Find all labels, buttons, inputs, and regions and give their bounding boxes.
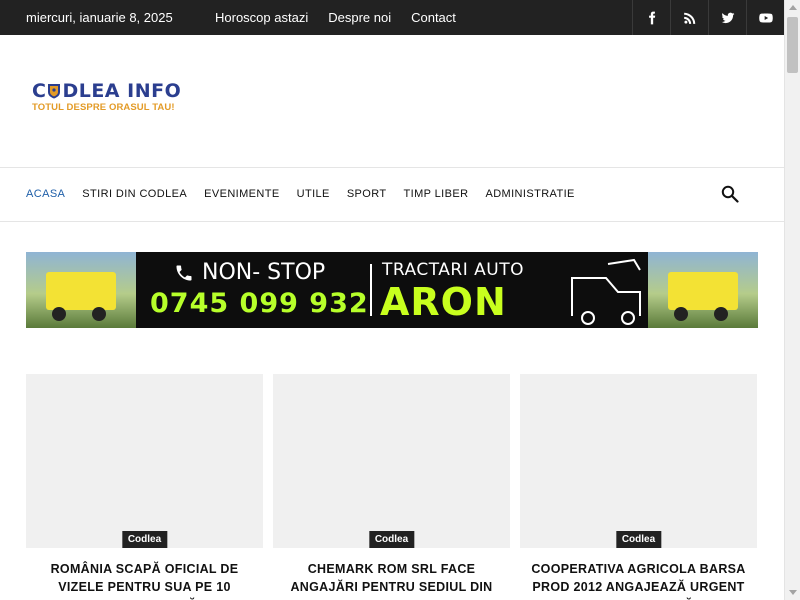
- scrollbar-thumb[interactable]: [787, 17, 798, 73]
- logo-tagline: TOTUL DESPRE ORASUL TAU!: [32, 102, 175, 113]
- rss-icon[interactable]: [670, 0, 708, 35]
- nav-menu: ACASA STIRI DIN CODLEA EVENIMENTE UTILE …: [26, 188, 575, 200]
- social-links: [632, 0, 784, 35]
- nav-item-sport[interactable]: SPORT: [347, 188, 387, 200]
- top-link-contact[interactable]: Contact: [411, 10, 456, 25]
- post-category-badge[interactable]: Codlea: [615, 531, 662, 548]
- crest-icon: [48, 84, 61, 99]
- post-category-badge[interactable]: Codlea: [368, 531, 415, 548]
- scroll-up-arrow-icon[interactable]: [789, 5, 797, 10]
- top-link-despre-noi[interactable]: Despre noi: [328, 10, 391, 25]
- search-icon[interactable]: [721, 185, 739, 203]
- site-logo[interactable]: C DLEA INFO TOTUL DESPRE ORASUL TAU!: [32, 80, 192, 120]
- post-title[interactable]: COOPERATIVA AGRICOLA BARSA PROD 2012 ANG…: [520, 560, 757, 600]
- youtube-icon[interactable]: [746, 0, 784, 35]
- current-date: miercuri, ianuarie 8, 2025: [26, 10, 173, 25]
- post-thumbnail[interactable]: Codlea: [273, 374, 510, 548]
- nav-item-utile[interactable]: UTILE: [297, 188, 330, 200]
- facebook-icon[interactable]: [632, 0, 670, 35]
- logo-text-end: DLEA INFO: [62, 80, 182, 102]
- post-card[interactable]: Codlea COOPERATIVA AGRICOLA BARSA PROD 2…: [520, 374, 757, 600]
- top-bar: miercuri, ianuarie 8, 2025 Horoscop asta…: [0, 0, 784, 35]
- nav-item-timp-liber[interactable]: TIMP LIBER: [404, 188, 469, 200]
- nav-item-stiri-din-codlea[interactable]: STIRI DIN CODLEA: [82, 188, 187, 200]
- post-category-badge[interactable]: Codlea: [121, 531, 168, 548]
- post-thumbnail[interactable]: Codlea: [520, 374, 757, 548]
- banner-headline-text: NON- STOP: [202, 260, 326, 285]
- banner-service: TRACTARI AUTO: [382, 260, 524, 280]
- top-link-horoscop[interactable]: Horoscop astazi: [215, 10, 308, 25]
- main-navigation: ACASA STIRI DIN CODLEA EVENIMENTE UTILE …: [0, 167, 784, 222]
- post-title[interactable]: CHEMARK ROM SRL FACE ANGAJĂRI PENTRU SED…: [273, 560, 510, 600]
- post-thumbnail[interactable]: Codlea: [26, 374, 263, 548]
- advertisement-banner[interactable]: NON- STOP 0745 099 932 TRACTARI AUTO ARO…: [26, 252, 758, 328]
- tow-truck-image-left: [26, 252, 136, 328]
- banner-phone-number: 0745 099 932: [150, 288, 369, 319]
- logo-text-start: C: [32, 80, 47, 102]
- banner-brand: ARON: [380, 280, 507, 324]
- tow-truck-image-right: [648, 252, 758, 328]
- twitter-icon[interactable]: [708, 0, 746, 35]
- banner-headline: NON- STOP: [174, 260, 325, 285]
- nav-item-evenimente[interactable]: EVENIMENTE: [204, 188, 280, 200]
- nav-item-administratie[interactable]: ADMINISTRATIE: [485, 188, 574, 200]
- phone-icon: [176, 265, 192, 280]
- page-scrollbar[interactable]: [784, 0, 800, 600]
- logo-text: C DLEA INFO: [32, 80, 192, 102]
- top-links: Horoscop astazi Despre noi Contact: [215, 10, 456, 25]
- post-card[interactable]: Codlea CHEMARK ROM SRL FACE ANGAJĂRI PEN…: [273, 374, 510, 600]
- truck-outline-icon: [571, 258, 641, 325]
- banner-divider: [370, 264, 372, 316]
- nav-item-acasa[interactable]: ACASA: [26, 188, 65, 200]
- scroll-down-arrow-icon[interactable]: [789, 590, 797, 595]
- post-card[interactable]: Codlea ROMÂNIA SCAPĂ OFICIAL DE VIZELE P…: [26, 374, 263, 600]
- post-title[interactable]: ROMÂNIA SCAPĂ OFICIAL DE VIZELE PENTRU S…: [26, 560, 263, 600]
